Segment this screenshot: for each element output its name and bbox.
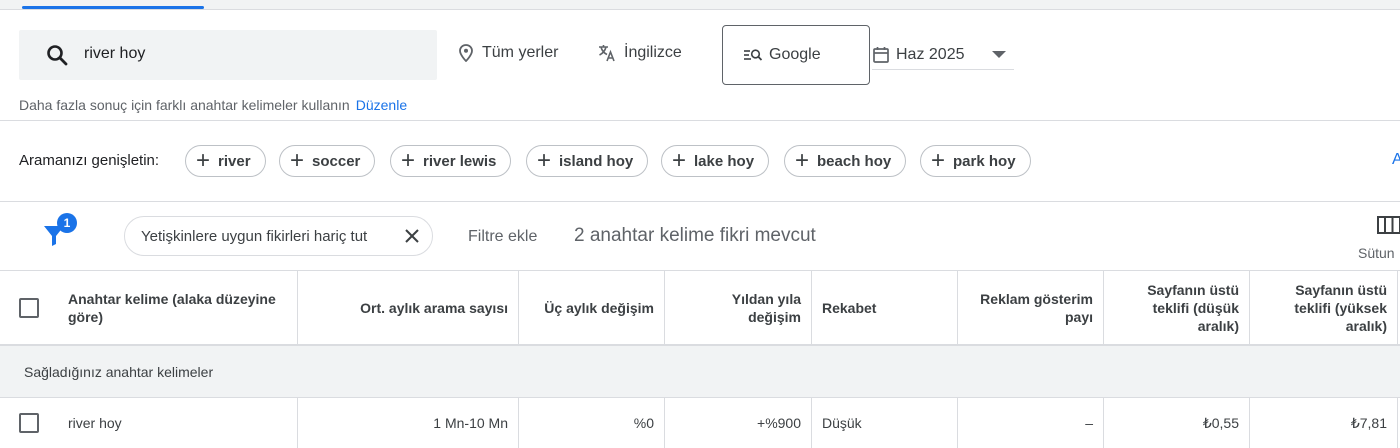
group-header-row: Sağladığınız anahtar kelimeler — [0, 346, 1400, 398]
broaden-chip-river-lewis[interactable]: + river lewis — [390, 145, 512, 177]
broaden-chip-lake-hoy[interactable]: + lake hoy — [661, 145, 770, 177]
search-engine-icon — [744, 49, 763, 61]
cell-bid-low: ₺0,55 — [1104, 398, 1250, 448]
search-query: river hoy — [84, 45, 146, 62]
broaden-chip-island-hoy[interactable]: + island hoy — [526, 145, 649, 177]
columns-label[interactable]: Sütun — [1358, 245, 1395, 261]
add-filter-button[interactable]: Filtre ekle — [468, 228, 537, 246]
filter-bar: 1 Yetişkinlere uygun fikirleri hariç tut… — [0, 202, 1400, 270]
cell-impression-share: – — [958, 398, 1104, 448]
row-checkbox[interactable] — [19, 413, 39, 433]
show-more-link[interactable]: A — [1392, 151, 1400, 169]
translate-icon — [599, 45, 615, 62]
plus-icon: + — [537, 147, 552, 174]
search-input[interactable]: river hoy — [19, 30, 437, 80]
broaden-chip-soccer[interactable]: + soccer — [279, 145, 376, 177]
columns-icon[interactable] — [1376, 214, 1400, 236]
row-select-cell — [0, 398, 58, 448]
header-bid-high[interactable]: Sayfanın üstü teklifi (yüksek aralık) — [1250, 271, 1398, 345]
date-range-selector[interactable]: Haz 2025 — [872, 40, 1014, 70]
table-row[interactable]: river hoy 1 Mn-10 Mn %0 +%900 Düşük – ₺0… — [0, 398, 1400, 448]
chip-label: soccer — [312, 152, 361, 170]
broaden-search-label: Aramanızı genişletin: — [19, 152, 160, 169]
location-selector[interactable]: Tüm yerler — [458, 44, 558, 62]
header-competition[interactable]: Rekabet — [812, 271, 958, 345]
cell-bid-high: ₺7,81 — [1250, 398, 1398, 448]
location-pin-icon — [459, 44, 473, 62]
header-bid-low[interactable]: Sayfanın üstü teklifi (düşük aralık) — [1104, 271, 1250, 345]
table-header: Anahtar kelime (alaka düzeyine göre) Ort… — [0, 270, 1400, 346]
calendar-icon — [873, 46, 889, 63]
edit-link[interactable]: Düzenle — [356, 97, 407, 113]
plus-icon: + — [196, 147, 211, 174]
select-all-checkbox[interactable] — [19, 298, 39, 318]
header-avg-searches[interactable]: Ort. aylık arama sayısı — [298, 271, 519, 345]
language-label: İngilizce — [624, 44, 682, 61]
chip-label: park hoy — [953, 152, 1016, 170]
plus-icon: + — [290, 147, 305, 174]
cell-keyword: river hoy — [58, 398, 298, 448]
header-keyword[interactable]: Anahtar kelime (alaka düzeyine göre) — [58, 271, 298, 345]
group-label: Sağladığınız anahtar kelimeler — [24, 364, 214, 380]
top-tab-bar — [0, 0, 1400, 10]
plus-icon: + — [672, 147, 687, 174]
close-icon[interactable] — [402, 226, 422, 246]
chevron-down-icon — [992, 51, 1006, 58]
header-three-month-change[interactable]: Üç aylık değişim — [519, 271, 665, 345]
header-impression-share[interactable]: Reklam gösterim payı — [958, 271, 1104, 345]
search-engine-label: Google — [769, 46, 821, 63]
date-range-label: Haz 2025 — [896, 45, 965, 63]
broaden-chip-beach-hoy[interactable]: + beach hoy — [784, 145, 907, 177]
active-tab-indicator — [22, 6, 204, 9]
chip-label: river lewis — [423, 152, 497, 170]
cell-three-month-change: %0 — [519, 398, 665, 448]
chip-label: island hoy — [559, 152, 634, 170]
header-yoy-change[interactable]: Yıldan yıla değişim — [665, 271, 812, 345]
ideas-count: 2 anahtar kelime fikri mevcut — [574, 225, 816, 246]
plus-icon: + — [401, 147, 416, 174]
broaden-chip-park-hoy[interactable]: + park hoy — [920, 145, 1031, 177]
cell-avg-searches: 1 Mn-10 Mn — [298, 398, 519, 448]
broaden-search-row: Aramanızı genişletin: + river + soccer + ri… — [0, 121, 1400, 201]
plus-icon: + — [795, 147, 810, 174]
search-hint: Daha fazla sonuç için farklı anahtar kel… — [19, 97, 407, 113]
plus-icon: + — [931, 147, 946, 174]
filter-chip-label: Yetişkinlere uygun fikirleri hariç tut — [141, 227, 368, 245]
language-selector[interactable]: İngilizce — [598, 44, 682, 62]
cell-competition: Düşük — [812, 398, 958, 448]
select-all-cell — [0, 271, 58, 345]
search-engine-selector[interactable]: Google — [722, 25, 870, 85]
search-icon — [47, 45, 68, 66]
cell-yoy-change: +%900 — [665, 398, 812, 448]
broaden-chip-river[interactable]: + river — [185, 145, 266, 177]
chip-label: river — [218, 152, 251, 170]
filter-count-badge: 1 — [57, 213, 77, 233]
search-settings-row: river hoy Tüm yerler İngilizce Google Ha… — [0, 10, 1400, 120]
adult-filter-chip[interactable]: Yetişkinlere uygun fikirleri hariç tut — [124, 216, 433, 256]
hint-text: Daha fazla sonuç için farklı anahtar kel… — [19, 97, 350, 113]
chip-label: lake hoy — [694, 152, 755, 170]
chip-label: beach hoy — [817, 152, 892, 170]
location-label: Tüm yerler — [482, 44, 559, 61]
